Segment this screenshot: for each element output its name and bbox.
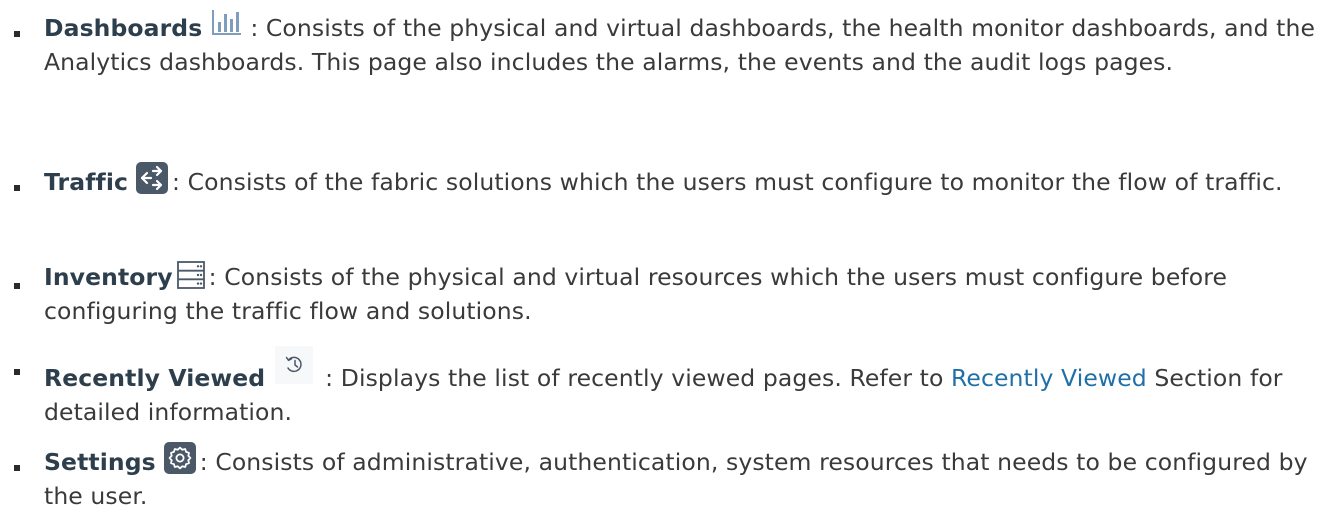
description-traffic: : Consists of the fabric solutions which… <box>172 168 1283 196</box>
history-icon <box>275 346 314 384</box>
bullet <box>14 283 20 289</box>
bar-chart-icon <box>210 8 244 38</box>
term-settings: Settings <box>44 448 156 476</box>
recently-viewed-link[interactable]: Recently Viewed <box>951 364 1147 392</box>
description-recently-viewed-1: : Displays the list of recently viewed p… <box>325 364 952 392</box>
description-settings: : Consists of administrative, authentica… <box>44 448 1308 510</box>
bullet <box>14 185 20 191</box>
bullet <box>14 31 20 37</box>
bullet <box>14 465 20 471</box>
traffic-flow-icon <box>136 162 169 194</box>
term-inventory: Inventory <box>44 263 173 291</box>
bullet <box>14 369 20 375</box>
server-rack-icon <box>176 261 205 289</box>
gear-icon <box>163 442 196 474</box>
description-inventory: : Consists of the physical and virtual r… <box>44 263 1228 325</box>
term-dashboards: Dashboards <box>44 14 203 42</box>
term-recently-viewed: Recently Viewed <box>44 364 266 392</box>
term-traffic: Traffic <box>44 168 129 196</box>
